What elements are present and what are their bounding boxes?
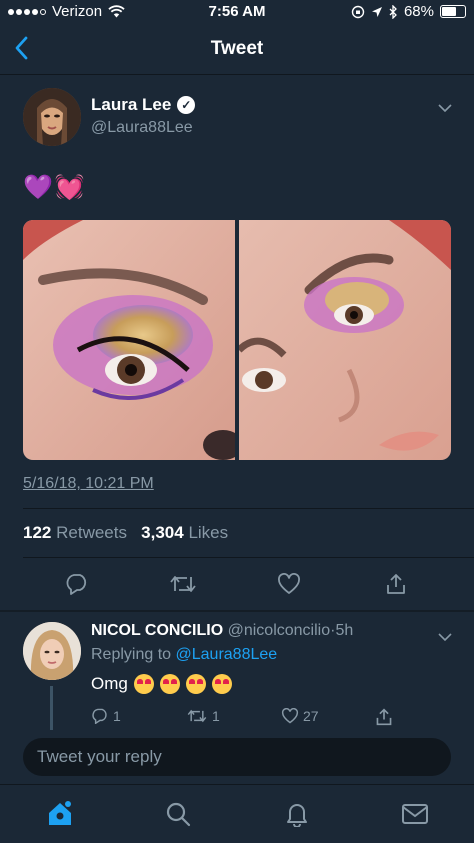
retweets-stat[interactable]: 122 Retweets bbox=[23, 523, 127, 542]
tab-search[interactable] bbox=[163, 799, 193, 829]
messages-icon bbox=[402, 804, 428, 824]
likes-label: Likes bbox=[188, 523, 229, 542]
status-bar: Verizon 7:56 AM 68% bbox=[0, 0, 474, 24]
main-tweet: Laura Lee ✓ @Laura88Lee 💜 💓 5/16/18, 10:… bbox=[0, 75, 474, 610]
nav-bar: Tweet bbox=[0, 24, 474, 75]
thread-line bbox=[50, 686, 53, 732]
reply-reply-count: 1 bbox=[113, 708, 121, 724]
author-name-line: Laura Lee ✓ bbox=[91, 95, 196, 115]
retweets-count: 122 bbox=[23, 523, 52, 542]
tab-bar bbox=[0, 784, 474, 843]
tweet-reply-input[interactable] bbox=[23, 738, 451, 776]
likes-stat[interactable]: 3,304 Likes bbox=[141, 523, 228, 542]
battery-percentage: 68% bbox=[403, 3, 434, 20]
tab-messages[interactable] bbox=[400, 799, 430, 829]
retweets-label: Retweets bbox=[56, 523, 127, 542]
reply-text: Omg bbox=[91, 674, 232, 694]
reply-share-button[interactable] bbox=[375, 708, 393, 726]
tab-notifications[interactable] bbox=[282, 799, 312, 829]
orientation-lock-icon bbox=[351, 5, 365, 18]
reply-icon bbox=[66, 574, 87, 595]
reply-author-avatar[interactable] bbox=[23, 622, 81, 680]
reply-reply-button[interactable]: 1 bbox=[91, 708, 121, 724]
heart-eyes-emoji bbox=[159, 674, 180, 694]
reply-composer bbox=[0, 730, 474, 784]
reply-time: 5h bbox=[335, 622, 354, 639]
reply-author-name[interactable]: NICOL CONCILIO bbox=[91, 622, 223, 639]
share-icon bbox=[376, 708, 392, 726]
likes-count: 3,304 bbox=[141, 523, 184, 542]
tweet-options-button[interactable] bbox=[438, 99, 452, 117]
reply-icon bbox=[92, 708, 107, 724]
tweet-text: 💜 💓 bbox=[23, 173, 85, 202]
tab-home[interactable] bbox=[45, 799, 75, 829]
author-avatar[interactable] bbox=[23, 88, 81, 146]
heart-eyes-emoji bbox=[211, 674, 232, 694]
author-handle[interactable]: @Laura88Lee bbox=[91, 119, 193, 137]
reply-options-button[interactable] bbox=[438, 628, 452, 646]
share-icon bbox=[387, 574, 405, 594]
divider bbox=[23, 508, 474, 509]
tweet-actions bbox=[0, 569, 474, 599]
purple-heart-emoji: 💜 bbox=[23, 174, 53, 201]
location-icon bbox=[371, 6, 382, 17]
heart-eyes-emoji bbox=[185, 674, 206, 694]
tweet-timestamp[interactable]: 5/16/18, 10:21 PM bbox=[23, 475, 154, 493]
media-image-left[interactable] bbox=[23, 220, 243, 460]
heart-icon bbox=[281, 708, 299, 724]
reply-header: NICOL CONCILIO @nicolconcilio·5h bbox=[91, 622, 353, 640]
heart-icon bbox=[278, 573, 300, 594]
reply-author-handle[interactable]: @nicolconcilio bbox=[228, 622, 331, 639]
bluetooth-icon bbox=[389, 4, 397, 19]
retweet-button[interactable] bbox=[167, 569, 199, 599]
reply-like-button[interactable]: 27 bbox=[281, 708, 319, 724]
retweet-icon bbox=[170, 576, 196, 592]
replying-to-handle[interactable]: @Laura88Lee bbox=[176, 646, 278, 663]
reply-button[interactable] bbox=[61, 569, 93, 599]
chevron-down-icon bbox=[438, 104, 452, 113]
media-image-right[interactable] bbox=[236, 220, 451, 460]
tweet-stats: 122 Retweets 3,304 Likes bbox=[23, 523, 228, 543]
replying-prefix: Replying to bbox=[91, 646, 172, 663]
reply-text-content: Omg bbox=[91, 674, 128, 693]
reply-retweet-count: 1 bbox=[212, 708, 220, 724]
replying-to: Replying to @Laura88Lee bbox=[91, 646, 277, 664]
share-button[interactable] bbox=[380, 569, 412, 599]
notifications-icon bbox=[287, 804, 307, 827]
battery-icon bbox=[440, 5, 466, 18]
beating-heart-emoji: 💓 bbox=[54, 174, 85, 201]
verified-badge-icon: ✓ bbox=[177, 96, 196, 114]
tweet-media bbox=[23, 220, 451, 460]
reply-actions: 1 1 27 bbox=[91, 708, 411, 728]
heart-eyes-emoji bbox=[133, 674, 154, 694]
home-icon bbox=[49, 801, 71, 825]
reply-tweet[interactable]: NICOL CONCILIO @nicolconcilio·5h Replyin… bbox=[0, 612, 474, 732]
reply-like-count: 27 bbox=[303, 708, 319, 724]
chevron-down-icon bbox=[438, 633, 452, 642]
like-button[interactable] bbox=[273, 569, 305, 599]
search-icon bbox=[166, 802, 191, 827]
divider bbox=[23, 557, 474, 558]
retweet-icon bbox=[187, 709, 207, 723]
reply-retweet-button[interactable]: 1 bbox=[186, 708, 220, 724]
status-right: 68% bbox=[351, 3, 466, 20]
page-title: Tweet bbox=[210, 38, 264, 59]
author-name[interactable]: Laura Lee bbox=[91, 95, 171, 115]
